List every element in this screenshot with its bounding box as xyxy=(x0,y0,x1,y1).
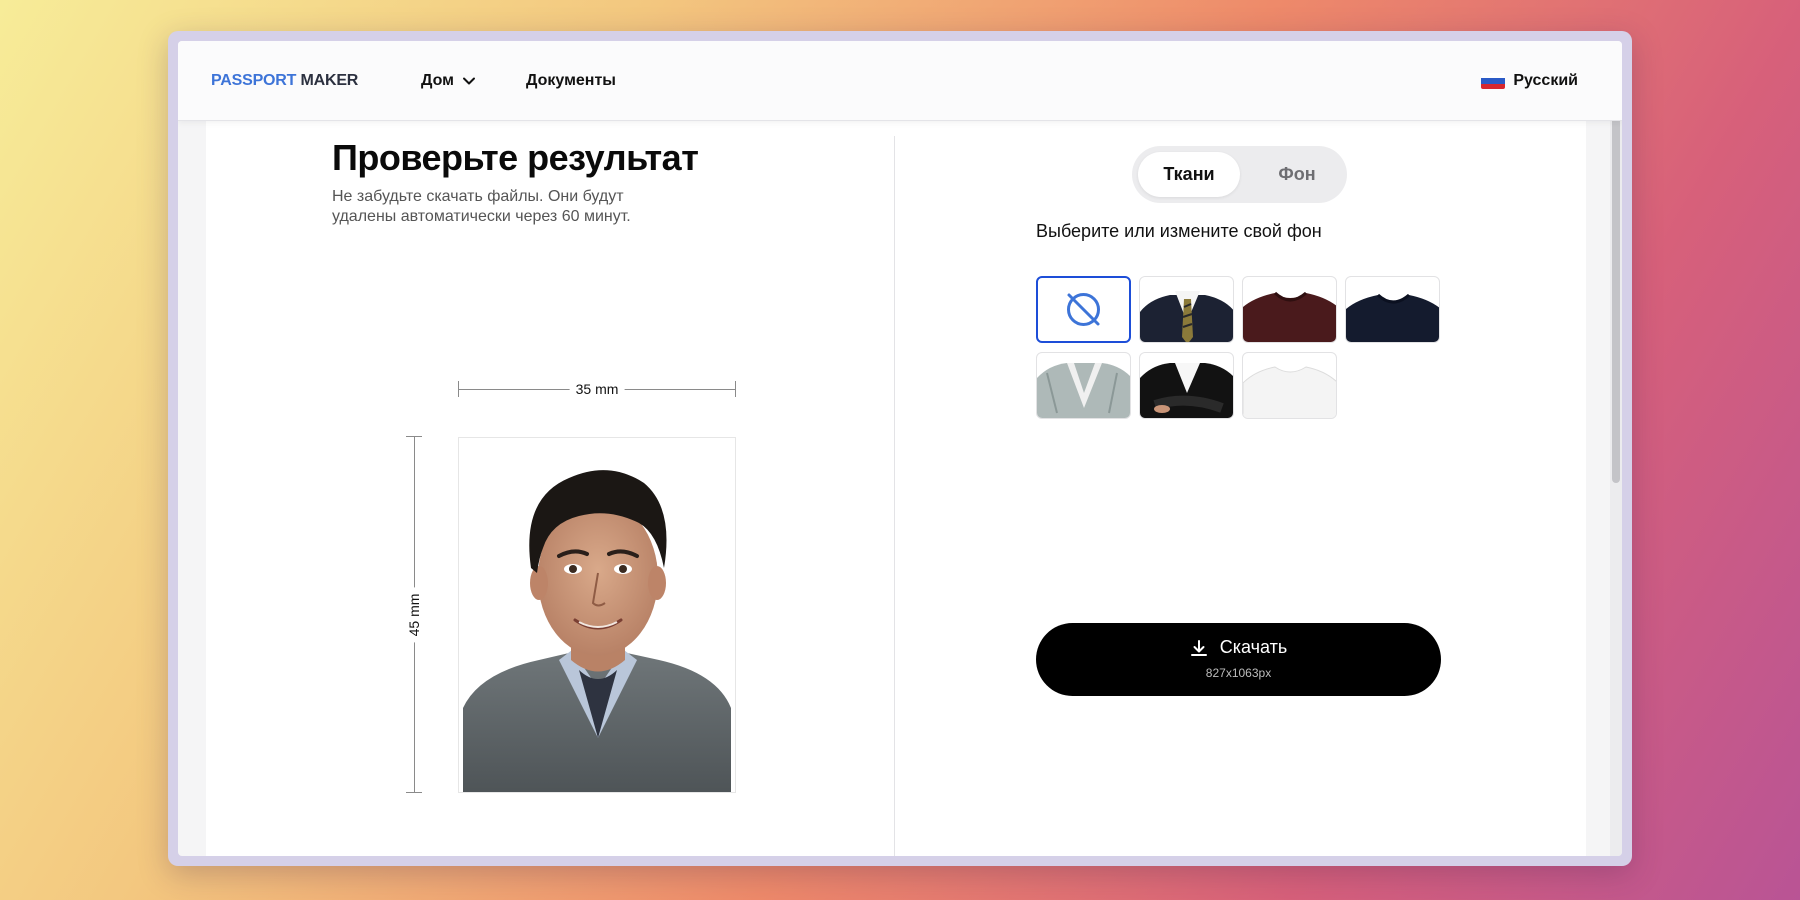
portrait-image xyxy=(459,438,735,792)
top-navbar: PASSPORT MAKER Дом Документы Русский xyxy=(178,41,1622,121)
clothes-option-white-tshirt[interactable] xyxy=(1242,352,1337,419)
clothes-option-tweed-jacket[interactable] xyxy=(1036,352,1131,419)
column-divider xyxy=(894,136,895,856)
navy-sweater-image xyxy=(1346,293,1439,342)
logo-passport: PASSPORT xyxy=(211,72,297,89)
passport-photo-preview xyxy=(458,437,736,793)
language-label: Русский xyxy=(1513,72,1578,89)
black-blazer-image xyxy=(1140,363,1233,418)
suit-tie-image xyxy=(1140,291,1233,342)
no-clothes-icon xyxy=(1067,293,1100,326)
scrollbar-thumb[interactable] xyxy=(1612,113,1620,483)
page-subtitle: Не забудьте скачать файлы. Они будут уда… xyxy=(332,188,631,225)
clothes-background-toggle: Ткани Фон xyxy=(1132,146,1347,203)
white-tshirt-image xyxy=(1243,366,1336,418)
logo-maker: MAKER xyxy=(300,72,359,89)
clothes-option-burgundy-sweater[interactable] xyxy=(1242,276,1337,343)
clothes-option-suit-tie[interactable] xyxy=(1139,276,1234,343)
tab-background[interactable]: Фон xyxy=(1252,152,1342,197)
language-selector[interactable]: Русский xyxy=(1481,72,1578,90)
clothes-option-black-blazer[interactable] xyxy=(1139,352,1234,419)
download-icon xyxy=(1190,639,1207,656)
nav-documents-link[interactable]: Документы xyxy=(526,72,616,90)
download-size: 827x1063px xyxy=(1205,666,1272,680)
clothes-option-none[interactable] xyxy=(1036,276,1131,343)
width-label: 35 mm xyxy=(569,379,625,399)
height-dimension: 45 mm xyxy=(404,436,424,793)
download-label: Скачать xyxy=(1219,637,1288,657)
chevron-down-icon xyxy=(463,77,475,85)
clothes-option-navy-sweater[interactable] xyxy=(1345,276,1440,343)
vertical-scrollbar[interactable] xyxy=(1610,111,1622,856)
download-button[interactable]: Скачать 827x1063px xyxy=(1036,623,1441,696)
width-dimension: 35 mm xyxy=(458,379,736,399)
logo[interactable]: PASSPORT MAKER xyxy=(211,72,358,90)
tab-clothes[interactable]: Ткани xyxy=(1138,152,1240,197)
browser-window: PASSPORT MAKER Дом Документы Русский Про… xyxy=(178,41,1622,856)
main-content: Проверьте результат Не забудьте скачать … xyxy=(206,121,1586,856)
page-title: Проверьте результат xyxy=(332,137,699,178)
clothes-heading: Выберите или измените свой фон xyxy=(1036,221,1322,241)
height-label: 45 mm xyxy=(404,587,424,642)
tweed-jacket-image xyxy=(1037,363,1130,418)
russian-flag-icon xyxy=(1481,73,1506,89)
nav-home-label: Дом xyxy=(421,72,454,89)
burgundy-sweater-image xyxy=(1243,291,1336,342)
nav-home-dropdown[interactable]: Дом xyxy=(421,72,476,90)
